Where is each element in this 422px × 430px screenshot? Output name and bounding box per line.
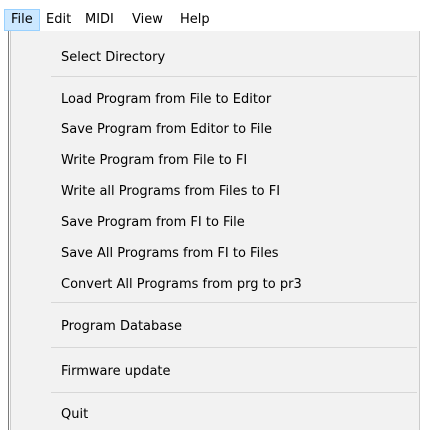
menu-item-quit[interactable]: Quit (11, 402, 419, 428)
window-edge-line (8, 31, 9, 430)
menu-help[interactable]: Help (174, 9, 216, 31)
menu-separator (51, 76, 417, 77)
menu-item-save-program-from-editor[interactable]: Save Program from Editor to File (11, 117, 419, 143)
menu-edit[interactable]: Edit (40, 9, 77, 31)
menu-item-program-database[interactable]: Program Database (11, 314, 419, 340)
menu-file[interactable]: File (4, 9, 40, 31)
menu-midi[interactable]: MIDI (79, 9, 120, 31)
menu-item-select-directory[interactable]: Select Directory (11, 45, 419, 71)
menu-item-convert-all-programs[interactable]: Convert All Programs from prg to pr3 (11, 272, 419, 298)
menu-item-firmware-update[interactable]: Firmware update (11, 359, 419, 385)
menu-item-load-program-to-editor[interactable]: Load Program from File to Editor (11, 87, 419, 113)
file-dropdown-menu: Select Directory Load Program from File … (10, 31, 420, 430)
menu-view[interactable]: View (126, 9, 169, 31)
menu-item-write-all-programs-to-fi[interactable]: Write all Programs from Files to FI (11, 179, 419, 205)
menu-item-write-program-to-fi[interactable]: Write Program from File to FI (11, 148, 419, 174)
menu-item-save-all-programs-from-fi[interactable]: Save All Programs from FI to Files (11, 241, 419, 267)
menu-separator (51, 347, 417, 348)
menu-separator (51, 302, 417, 303)
menu-separator (51, 392, 417, 393)
menu-item-save-program-from-fi[interactable]: Save Program from FI to File (11, 210, 419, 236)
menu-bar: File Edit MIDI View Help (0, 0, 422, 34)
